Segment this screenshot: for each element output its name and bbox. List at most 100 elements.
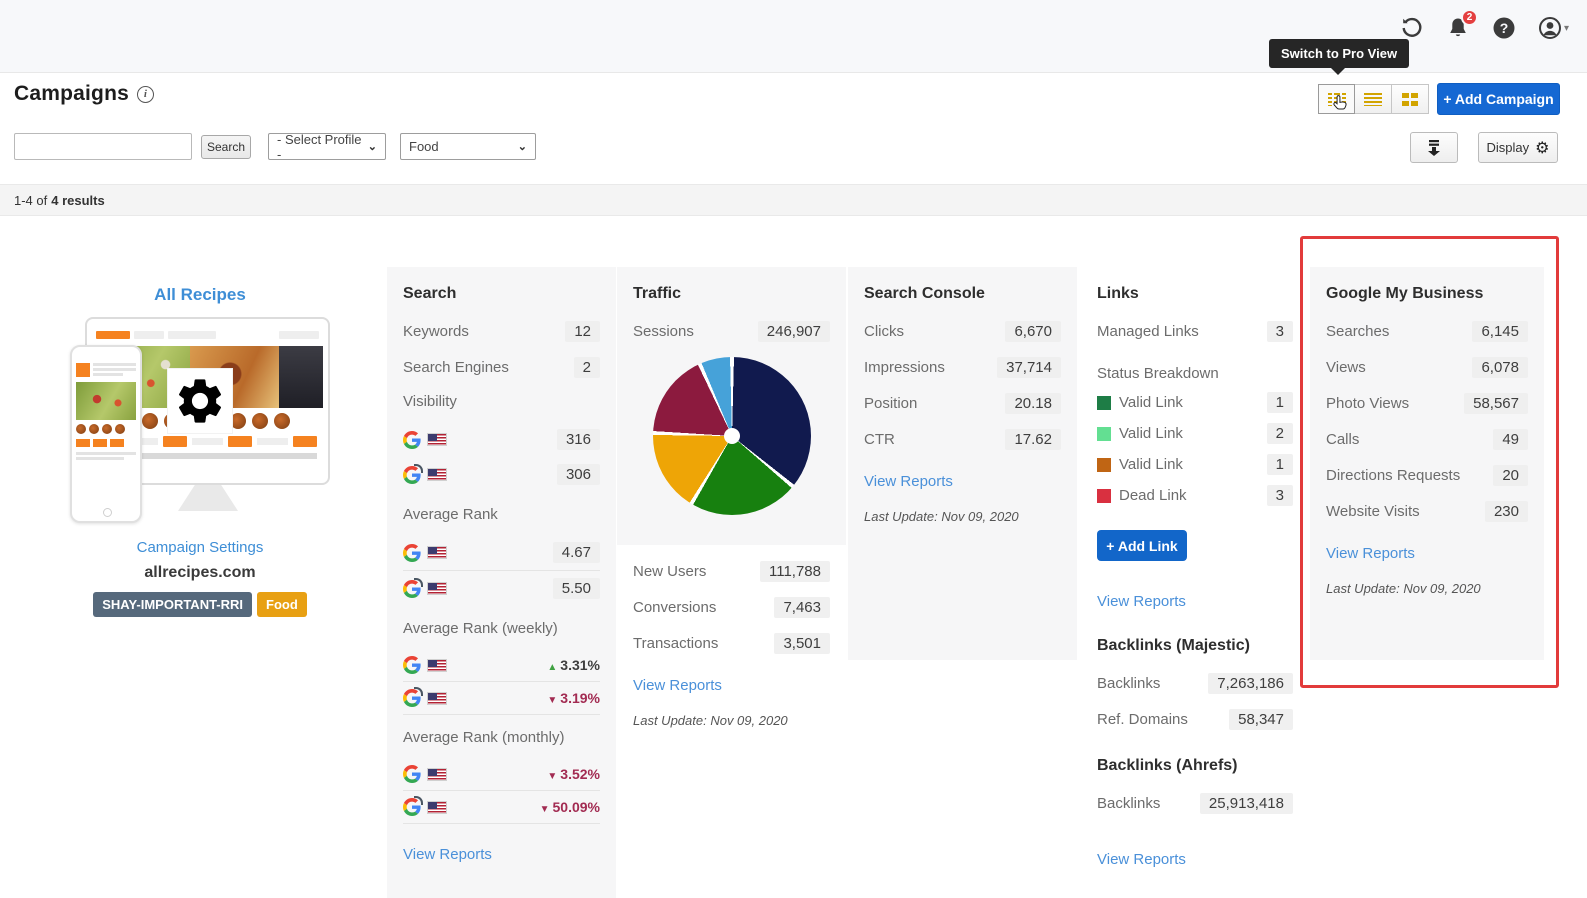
status-label: Valid Link xyxy=(1119,425,1183,442)
view-reports-link[interactable]: View Reports xyxy=(1326,545,1415,562)
view-reports-link[interactable]: View Reports xyxy=(864,473,953,490)
view-reports-link[interactable]: View Reports xyxy=(403,846,492,863)
campaign-preview-image[interactable] xyxy=(70,317,330,529)
metric-value: 3,501 xyxy=(774,633,830,654)
us-flag-icon xyxy=(427,433,447,446)
us-flag-icon xyxy=(427,468,447,481)
campaign-settings-link[interactable]: Campaign Settings xyxy=(60,539,340,556)
metric-value: 3 xyxy=(1267,485,1293,506)
campaign-tag[interactable]: Food xyxy=(257,592,307,617)
engine-metric-row: ▼3.19% xyxy=(403,682,600,715)
status-row: Valid Link 1 xyxy=(1097,392,1293,413)
grid-view-button[interactable] xyxy=(1392,84,1429,114)
metric-label: Keywords xyxy=(403,323,469,340)
campaign-name-link[interactable]: All Recipes xyxy=(60,285,340,305)
metric-label: Clicks xyxy=(864,323,904,340)
metric-value: 12 xyxy=(565,321,600,342)
status-row: Dead Link 3 xyxy=(1097,485,1293,506)
tag-select[interactable]: Food ⌄ xyxy=(400,133,536,160)
google-mobile-icon xyxy=(403,580,421,598)
metric-value: 1 xyxy=(1267,392,1293,413)
average-rank-monthly-title: Average Rank (monthly) xyxy=(403,729,600,746)
chevron-down-icon: ⌄ xyxy=(518,140,527,153)
campaign-settings-gear-icon[interactable] xyxy=(168,369,232,433)
view-reports-link[interactable]: View Reports xyxy=(633,677,722,694)
status-color-square xyxy=(1097,458,1111,472)
engine-metric-row: ▼3.52% xyxy=(403,758,600,791)
list-view-button[interactable] xyxy=(1355,84,1392,114)
results-count-bar: 1-4 of 4 results xyxy=(0,184,1587,216)
grid-view-icon xyxy=(1402,93,1418,106)
delta-up-value: ▲3.31% xyxy=(547,657,600,673)
export-button[interactable] xyxy=(1410,132,1458,163)
search-button[interactable]: Search xyxy=(201,135,251,159)
status-color-square xyxy=(1097,396,1111,410)
search-input[interactable] xyxy=(14,133,192,160)
view-reports-link[interactable]: View Reports xyxy=(1097,593,1186,610)
metric-label: Directions Requests xyxy=(1326,467,1460,484)
phone-mockup xyxy=(70,345,142,523)
add-link-button[interactable]: + Add Link xyxy=(1097,530,1187,561)
google-desktop-icon xyxy=(403,765,421,783)
metric-value: 4.67 xyxy=(553,542,600,563)
metric-value: 306 xyxy=(557,464,600,485)
view-reports-link[interactable]: View Reports xyxy=(1097,851,1186,868)
average-rank-weekly-title: Average Rank (weekly) xyxy=(403,620,600,637)
info-icon[interactable]: i xyxy=(137,86,154,103)
metric-value: 6,078 xyxy=(1472,357,1528,378)
metric-row: Search Engines 2 xyxy=(403,355,600,379)
google-mobile-icon xyxy=(403,466,421,484)
engine-metric-row: 5.50 xyxy=(403,571,600,606)
metric-label: Position xyxy=(864,395,917,412)
page-title-text: Campaigns xyxy=(14,82,129,106)
tag-select-value: Food xyxy=(409,139,439,154)
traffic-column: Traffic Sessions 246,907 New Users 111,7… xyxy=(617,267,846,742)
avatar-icon xyxy=(1538,16,1562,40)
visibility-title: Visibility xyxy=(403,393,600,410)
status-color-square xyxy=(1097,427,1111,441)
cursor-hand-icon xyxy=(1331,94,1351,114)
metric-value: 2 xyxy=(1267,423,1293,444)
metric-value: 37,714 xyxy=(997,357,1061,378)
metric-label: Managed Links xyxy=(1097,323,1199,340)
metric-value: 246,907 xyxy=(758,321,830,342)
backlinks-ahrefs-title: Backlinks (Ahrefs) xyxy=(1097,757,1293,775)
svg-text:?: ? xyxy=(1500,20,1509,36)
campaign-domain: allrecipes.com xyxy=(60,564,340,582)
metric-row: Conversions 7,463 xyxy=(633,595,830,619)
status-label: Valid Link xyxy=(1119,394,1183,411)
gear-icon: ⚙ xyxy=(1535,138,1549,157)
engine-metric-row: ▼50.09% xyxy=(403,791,600,824)
campaign-tag[interactable]: SHAY-IMPORTANT-RRI xyxy=(93,592,252,617)
search-console-column: Search Console Clicks 6,670 Impressions … xyxy=(848,267,1077,660)
profile-select[interactable]: - Select Profile - ⌄ xyxy=(268,133,386,160)
search-column-title: Search xyxy=(403,285,600,303)
traffic-column-title: Traffic xyxy=(633,285,830,303)
account-menu[interactable]: ▾ xyxy=(1538,16,1569,40)
traffic-pie-chart[interactable] xyxy=(653,357,811,515)
display-button-label: Display xyxy=(1487,140,1530,155)
metric-row: Searches 6,145 xyxy=(1326,319,1528,343)
metric-label: Backlinks xyxy=(1097,795,1160,812)
us-flag-icon xyxy=(427,582,447,595)
metric-row: Photo Views 58,567 xyxy=(1326,391,1528,415)
metric-value: 5.50 xyxy=(553,578,600,599)
last-update-text: Last Update: Nov 09, 2020 xyxy=(864,509,1061,524)
metric-label: Website Visits xyxy=(1326,503,1420,520)
metric-row: Backlinks 7,263,186 xyxy=(1097,671,1293,695)
results-count-bold: 4 results xyxy=(51,193,104,208)
metric-value: 25,913,418 xyxy=(1200,793,1293,814)
metric-value: 49 xyxy=(1493,429,1528,450)
history-refresh-icon[interactable] xyxy=(1400,16,1424,40)
google-desktop-icon xyxy=(403,656,421,674)
metric-label: Backlinks xyxy=(1097,675,1160,692)
help-icon[interactable]: ? xyxy=(1492,16,1516,40)
engine-metric-row: ▲3.31% xyxy=(403,649,600,682)
notifications-bell-icon[interactable]: 2 xyxy=(1446,16,1470,40)
metric-row: Ref. Domains 58,347 xyxy=(1097,707,1293,731)
add-campaign-button[interactable]: + Add Campaign xyxy=(1437,83,1560,115)
last-update-text: Last Update: Nov 09, 2020 xyxy=(1326,581,1528,596)
display-settings-button[interactable]: Display ⚙ xyxy=(1478,132,1558,163)
filter-row: Search - Select Profile - ⌄ Food ⌄ Displ… xyxy=(0,132,1587,162)
metric-label: Transactions xyxy=(633,635,718,652)
